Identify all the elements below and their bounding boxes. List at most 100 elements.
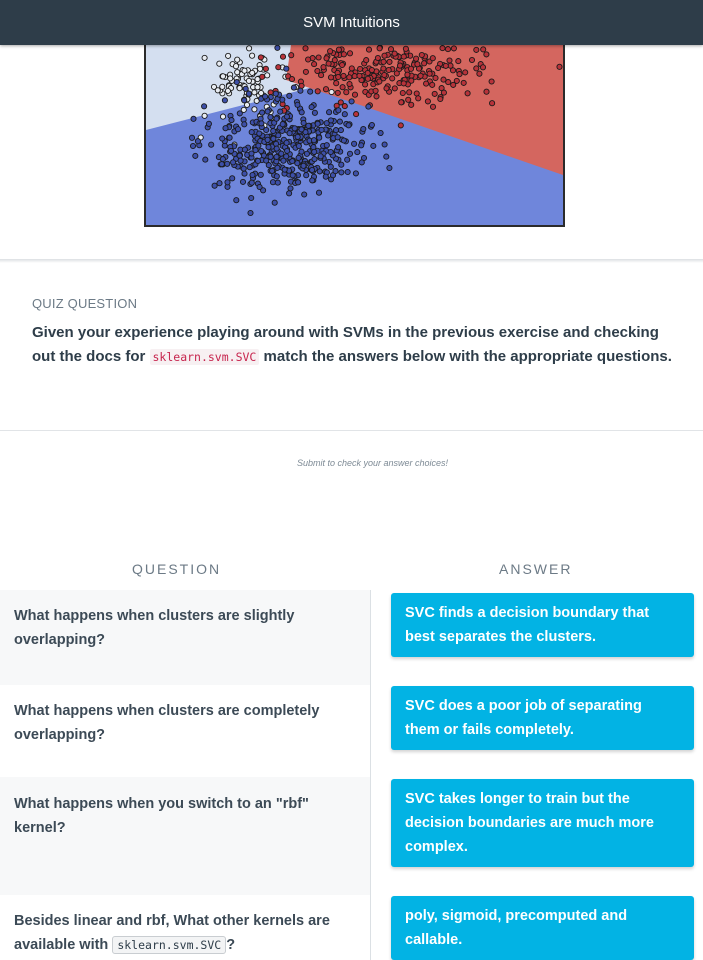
blue-point: [311, 109, 318, 116]
red-point: [257, 54, 264, 61]
blue-point: [270, 135, 277, 142]
red-point: [385, 66, 392, 74]
answer-column-header: ANSWER: [499, 561, 573, 577]
blue-point: [277, 108, 284, 115]
red-point: [489, 100, 496, 107]
blue-point: [219, 156, 226, 163]
light-point: [224, 87, 231, 94]
blue-point: [271, 199, 278, 206]
red-point: [323, 55, 330, 62]
red-point: [331, 57, 338, 64]
question-1: What happens when clusters are slightly …: [14, 608, 295, 648]
blue-point: [358, 142, 365, 149]
red-point: [314, 67, 321, 75]
red-point: [393, 70, 400, 77]
red-point: [439, 45, 446, 52]
red-point: [400, 53, 407, 60]
red-point: [405, 96, 412, 103]
red-point: [414, 61, 421, 68]
blue-point: [189, 142, 197, 150]
blue-point: [344, 168, 351, 176]
red-point: [483, 51, 490, 58]
blue-point: [308, 104, 315, 111]
red-point: [376, 45, 383, 52]
quiz-code: sklearn.svm.SVC: [149, 349, 260, 365]
blue-point: [289, 172, 296, 179]
blue-point: [341, 111, 348, 118]
blue-point: [190, 115, 197, 122]
question-2: What happens when clusters are completel…: [14, 703, 320, 743]
blue-point: [386, 164, 393, 172]
blue-point: [283, 113, 290, 120]
red-point: [397, 122, 404, 129]
svm-decision-boundary-plot: [144, 45, 565, 227]
red-point: [322, 86, 330, 93]
blue-point: [290, 84, 297, 91]
blue-point: [311, 156, 318, 163]
red-point: [402, 45, 409, 52]
red-point: [423, 80, 430, 87]
red-point: [363, 57, 370, 64]
red-point: [432, 74, 439, 82]
light-point: [225, 52, 232, 59]
blue-point: [257, 171, 264, 178]
red-point: [437, 95, 444, 103]
blue-point: [291, 125, 298, 132]
red-point: [262, 65, 269, 72]
red-point: [473, 65, 480, 72]
blue-point: [247, 209, 254, 217]
question-4: Besides linear and rbf, What other kerne…: [14, 909, 354, 957]
blue-point: [345, 122, 352, 129]
red-point: [391, 50, 398, 57]
red-point: [473, 46, 480, 53]
red-point: [341, 103, 348, 110]
red-point: [556, 63, 563, 70]
blue-point: [233, 197, 240, 204]
quiz-label: QUIZ QUESTION: [32, 296, 138, 311]
red-point: [339, 61, 346, 69]
red-point: [334, 89, 341, 96]
blue-point: [326, 109, 333, 116]
blue-point: [370, 142, 377, 149]
blue-point: [226, 134, 233, 141]
red-point: [450, 45, 457, 52]
blue-point: [309, 177, 316, 184]
blue-point: [316, 134, 323, 141]
red-point: [302, 68, 309, 75]
answer-card-2[interactable]: SVC does a poor job of separating them o…: [391, 686, 694, 750]
top-bar: SVM Intuitions: [0, 0, 703, 45]
horizontal-rule: [0, 430, 703, 431]
answer-card-3[interactable]: SVC takes longer to train but the decisi…: [391, 779, 694, 867]
answer-card-1[interactable]: SVC finds a decision boundary that best …: [391, 593, 694, 657]
blue-point: [224, 179, 231, 186]
red-point: [408, 101, 415, 108]
blue-point: [309, 166, 316, 174]
blue-point: [358, 159, 365, 166]
light-point: [219, 73, 227, 80]
red-point: [386, 58, 393, 65]
blue-point: [262, 93, 269, 100]
blue-point: [222, 125, 229, 132]
light-point: [214, 87, 221, 94]
blue-point: [272, 90, 279, 97]
blue-point: [298, 148, 305, 155]
blue-point: [263, 126, 270, 134]
blue-point: [216, 180, 223, 187]
blue-point: [248, 129, 255, 136]
red-point: [429, 81, 436, 88]
blue-point: [228, 117, 235, 124]
red-point: [424, 98, 431, 105]
red-point: [381, 71, 388, 79]
red-point: [389, 75, 396, 82]
red-point: [362, 81, 369, 88]
blue-point: [248, 194, 255, 202]
blue-point: [245, 90, 252, 97]
red-point: [339, 84, 346, 91]
red-point: [335, 46, 342, 53]
red-point: [417, 72, 424, 79]
answer-card-4[interactable]: poly, sigmoid, precomputed and callable.: [391, 896, 694, 960]
blue-point: [211, 182, 218, 189]
red-point: [327, 48, 334, 55]
red-point: [357, 65, 364, 72]
blue-point: [267, 114, 274, 121]
